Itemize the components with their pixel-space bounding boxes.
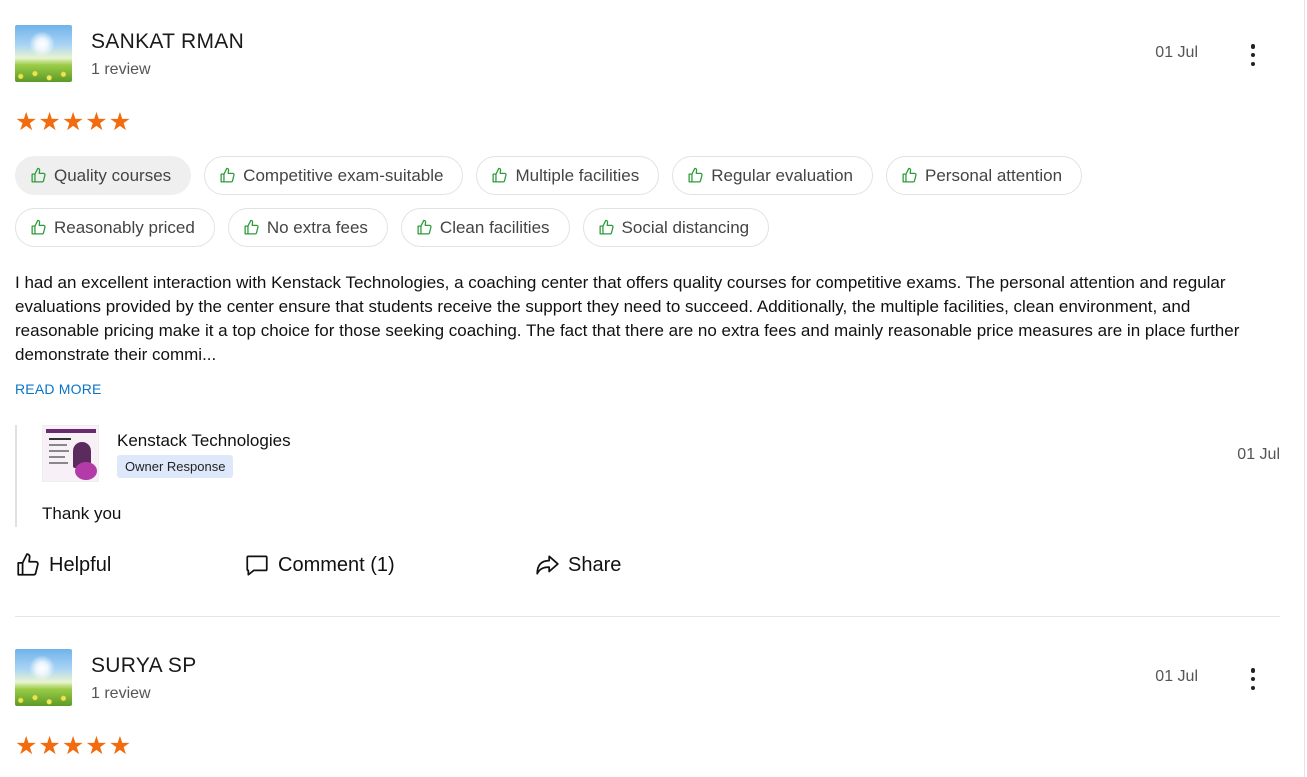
star-icon: ★ [61, 731, 85, 760]
highlight-tag-label: No extra fees [266, 217, 368, 237]
owner-name[interactable]: Kenstack Technologies [117, 431, 291, 451]
reviewer-name[interactable]: SURYA SP [91, 654, 197, 678]
star-icon: ★ [15, 107, 38, 136]
thumbs-up-outline-icon [599, 219, 614, 235]
star-icon: ★ [85, 731, 108, 760]
read-more-link[interactable]: READ MORE [15, 381, 102, 397]
highlight-tag-label: Regular evaluation [711, 165, 854, 185]
highlight-tag[interactable]: No extra fees [227, 208, 388, 247]
highlight-tag[interactable]: Reasonably priced [15, 208, 215, 247]
owner-reply-text: Thank you [42, 504, 122, 523]
owner-response: Kenstack Technologies Owner Response 01 … [15, 425, 1280, 527]
highlight-tag-label: Social distancing [621, 217, 750, 237]
highlight-tag[interactable]: Social distancing [582, 208, 770, 247]
reviewer-avatar[interactable] [15, 649, 72, 706]
review-actions: Helpful Comment (1) Share [15, 552, 621, 578]
thumbs-up-outline-icon [31, 167, 46, 183]
share-button[interactable]: Share [534, 552, 621, 578]
thumbs-up-outline-icon [220, 167, 235, 183]
thumbs-up-outline-icon [31, 219, 46, 235]
highlight-tag-label: Reasonably priced [54, 217, 195, 237]
helpful-label: Helpful [49, 553, 112, 576]
review-date: 01 Jul [1155, 44, 1198, 61]
highlight-tags-row-1: Quality courses Competitive exam-suitable… [15, 156, 1083, 195]
reviewer-review-count: 1 review [91, 685, 151, 702]
highlight-tag[interactable]: Personal attention [886, 156, 1083, 195]
more-options-kebab-icon[interactable] [1243, 42, 1263, 68]
reviewer-avatar[interactable] [15, 25, 72, 82]
star-icon: ★ [38, 107, 61, 136]
star-icon: ★ [108, 731, 132, 760]
highlight-tag[interactable]: Quality courses [15, 156, 192, 195]
highlight-tag[interactable]: Regular evaluation [672, 156, 874, 195]
thumbs-up-icon [17, 553, 39, 576]
review-text: I had an excellent interaction with Kens… [15, 273, 1240, 364]
right-border-line [1304, 0, 1305, 777]
owner-response-date: 01 Jul [1237, 446, 1280, 463]
reviewer-review-count: 1 review [91, 61, 151, 78]
star-rating: ★ ★ ★ ★ ★ [15, 733, 131, 758]
helpful-button[interactable]: Helpful [15, 552, 244, 578]
highlight-tag[interactable]: Multiple facilities [476, 156, 660, 195]
comment-label: Comment (1) [278, 553, 395, 576]
review-card: SANKAT RMAN 1 review 01 Jul ★ ★ ★ ★ ★ Qu… [15, 0, 1280, 617]
thumbs-up-outline-icon [244, 219, 259, 235]
share-label: Share [568, 553, 622, 576]
thumbs-up-outline-icon [688, 167, 703, 183]
highlight-tag-label: Clean facilities [439, 217, 550, 237]
star-rating: ★ ★ ★ ★ ★ [15, 109, 131, 134]
comment-button[interactable]: Comment (1) [244, 552, 534, 578]
owner-response-badge: Owner Response [117, 455, 234, 478]
star-icon: ★ [108, 107, 132, 136]
reviewer-name[interactable]: SANKAT RMAN [91, 30, 244, 54]
more-options-kebab-icon[interactable] [1243, 666, 1263, 692]
highlight-tag[interactable]: Competitive exam-suitable [204, 156, 464, 195]
owner-logo [42, 425, 99, 482]
highlight-tag-label: Quality courses [54, 165, 172, 185]
speech-bubble-icon [246, 555, 268, 576]
highlight-tag[interactable]: Clean facilities [400, 208, 570, 247]
thumbs-up-outline-icon [902, 167, 917, 183]
highlight-tags-row-2: Reasonably priced No extra fees Clean faci… [15, 208, 770, 247]
star-icon: ★ [15, 731, 38, 760]
highlight-tag-label: Personal attention [925, 165, 1063, 185]
thumbs-up-outline-icon [417, 219, 432, 235]
highlight-tag-label: Competitive exam-suitable [243, 165, 444, 185]
star-icon: ★ [38, 731, 61, 760]
star-icon: ★ [61, 107, 85, 136]
thumbs-up-outline-icon [492, 167, 508, 183]
star-icon: ★ [85, 107, 108, 136]
review-card: SURYA SP 1 review 01 Jul ★ ★ ★ ★ ★ [15, 624, 1280, 777]
share-arrow-icon [536, 555, 559, 575]
highlight-tag-label: Multiple facilities [515, 165, 640, 185]
review-divider [15, 616, 1280, 617]
review-date: 01 Jul [1155, 668, 1198, 685]
